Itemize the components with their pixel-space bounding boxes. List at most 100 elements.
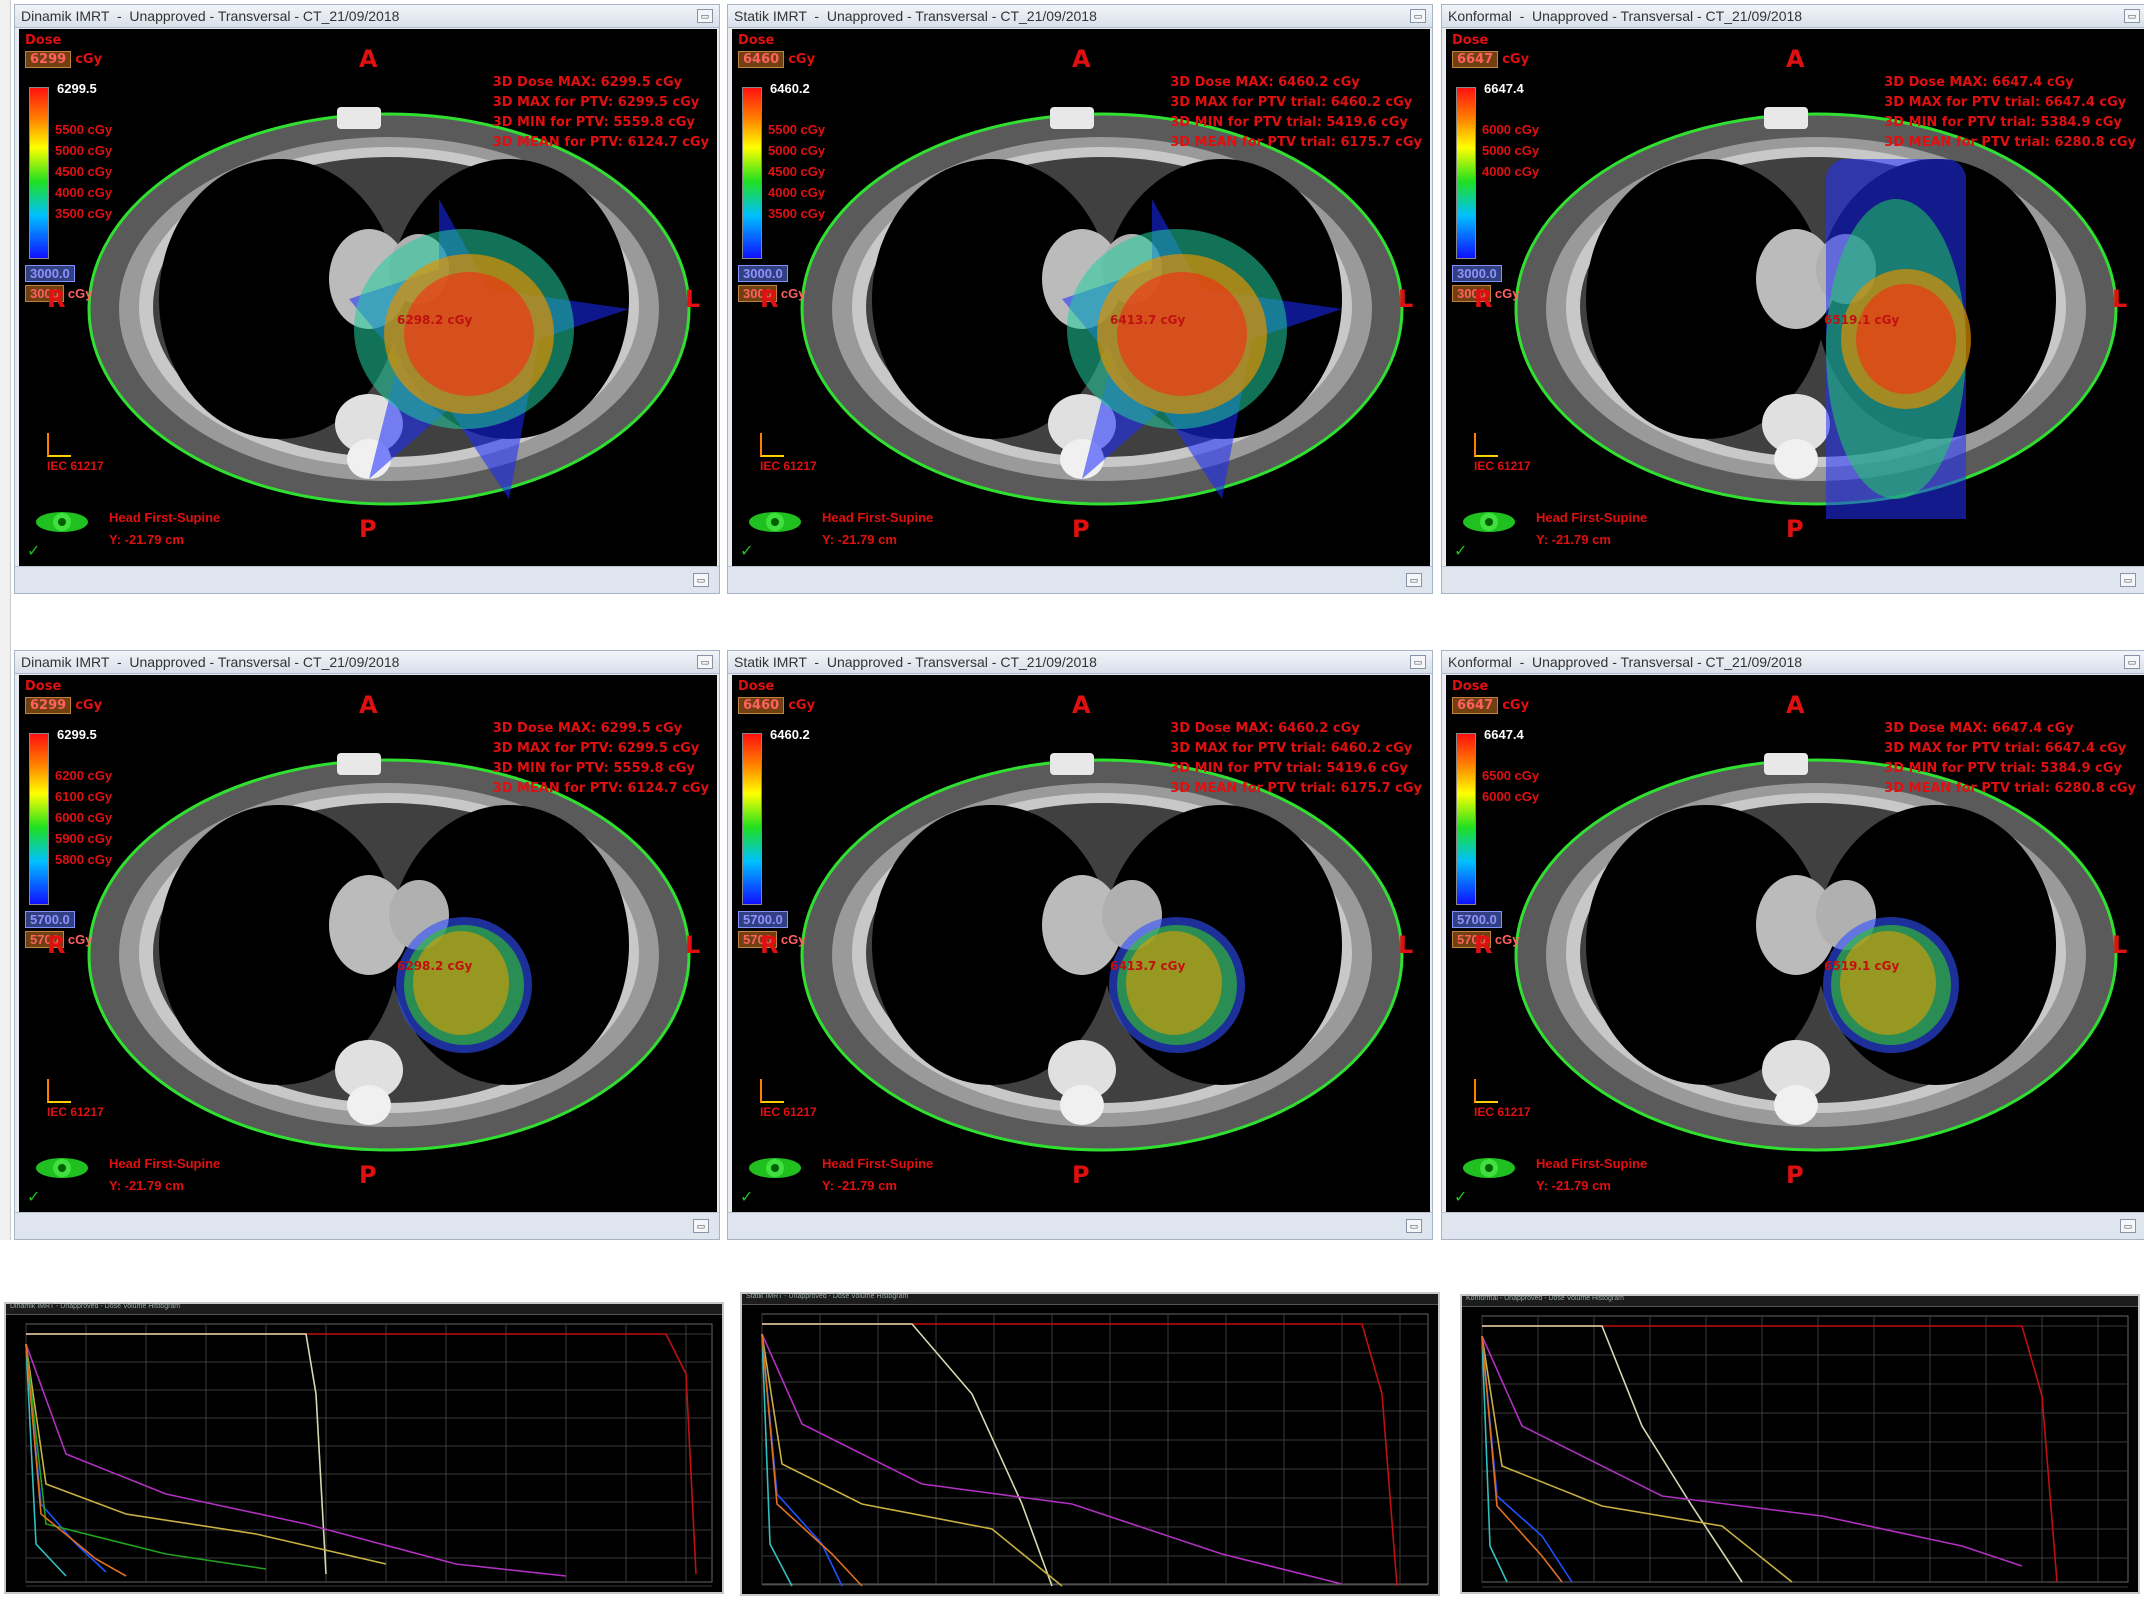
dose-unit: cGy — [1502, 52, 1530, 67]
dose-stat-line: 3D Dose MAX: 6647.4 cGy — [1884, 721, 2074, 736]
dose-statistics: 3D Dose MAX: 6460.2 cGy 3D MAX for PTV tr… — [1170, 33, 1422, 193]
dose-value: 6460 — [738, 51, 785, 68]
window-menu-button[interactable]: ▭ — [1410, 9, 1426, 23]
dose-stat-line: 3D MAX for PTV trial: 6647.4 cGy — [1884, 95, 2127, 110]
dose-value: 6647 — [1452, 697, 1499, 714]
legend-min-field[interactable]: 3000.0 — [25, 265, 75, 282]
panel-titlebar[interactable]: Statik IMRT - Unapproved - Transversal -… — [728, 651, 1432, 674]
ct-viewport[interactable]: Dose 6460 cGy 6460.2 5700.0 5700 cGy 3D Do… — [732, 675, 1430, 1213]
ct-viewport[interactable]: Dose 6647 cGy 6647.4 6500 cGy 6000 cGy 570… — [1446, 675, 2144, 1213]
dose-color-legend — [29, 87, 49, 259]
panel-options-button[interactable]: ▭ — [1406, 573, 1422, 587]
panel-title: Statik IMRT - Unapproved - Transversal -… — [734, 8, 1097, 24]
legend-min: 5700.0 — [25, 911, 75, 928]
legend-min-unit: cGy — [780, 286, 806, 301]
dose-value-field[interactable]: 6647 cGy — [1452, 697, 1529, 714]
dvh-graph[interactable]: Statik IMRT - Unapproved - Dose Volume H… — [740, 1292, 1440, 1596]
orientation-right: R — [760, 931, 779, 959]
dose-statistics: 3D Dose MAX: 6299.5 cGy 3D MAX for PTV: 6… — [493, 33, 709, 193]
dose-point-label: 6298.2 cGy — [397, 313, 473, 327]
patient-position-info: Head First-Supine Y: -21.79 cm — [1536, 1153, 1647, 1197]
panel-options-button[interactable]: ▭ — [2120, 573, 2136, 587]
panel-options-button[interactable]: ▭ — [693, 573, 709, 587]
dose-value-field[interactable]: 6299 cGy — [25, 51, 102, 68]
dose-color-legend — [1456, 733, 1476, 905]
dose-stat-line: 3D MIN for PTV trial: 5419.6 cGy — [1170, 115, 1408, 130]
dose-value-field[interactable]: 6299 cGy — [25, 697, 102, 714]
legend-min-field[interactable]: 3000.0 — [738, 265, 788, 282]
panel-options-button[interactable]: ▭ — [1406, 1219, 1422, 1233]
legend-min-field[interactable]: 5700.0 — [25, 911, 75, 928]
patient-orientation-icon — [749, 1158, 801, 1178]
window-menu-button[interactable]: ▭ — [697, 9, 713, 23]
dose-view-panel[interactable]: Statik IMRT - Unapproved - Transversal -… — [727, 4, 1433, 594]
legend-min-field[interactable]: 5700.0 — [1452, 911, 1502, 928]
dvh-plot — [25, 1323, 713, 1587]
orientation-left: L — [1398, 931, 1414, 959]
legend-min-field[interactable]: 3000.0 — [1452, 265, 1502, 282]
dvh-curve — [1482, 1325, 2058, 1583]
dvh-title: Dinamik IMRT - Unapproved - Dose Volume … — [10, 1303, 181, 1310]
legend-ticks: 6500 cGy 6000 cGy — [1482, 765, 1539, 807]
window-menu-button[interactable]: ▭ — [1410, 655, 1426, 669]
dose-view-panel[interactable]: Konformal - Unapproved - Transversal - C… — [1441, 4, 2144, 594]
patient-position: Head First-Supine — [822, 1156, 934, 1171]
patient-position-info: Head First-Supine Y: -21.79 cm — [822, 1153, 933, 1197]
legend-max: 6647.4 — [1484, 81, 1524, 96]
legend-min-unit: cGy — [67, 932, 93, 947]
ct-viewport[interactable]: Dose 6647 cGy 6647.4 6000 cGy 5000 cGy 4000… — [1446, 29, 2144, 567]
dose-unit: cGy — [788, 52, 816, 67]
legend-max: 6299.5 — [57, 727, 97, 742]
panel-titlebar[interactable]: Konformal - Unapproved - Transversal - C… — [1442, 5, 2144, 28]
panel-titlebar[interactable]: Dinamik IMRT - Unapproved - Transversal … — [15, 5, 719, 28]
dose-label: Dose — [738, 679, 775, 694]
orientation-anterior: A — [359, 691, 378, 719]
panel-options-button[interactable]: ▭ — [693, 1219, 709, 1233]
panel-options-button[interactable]: ▭ — [2120, 1219, 2136, 1233]
orientation-posterior: P — [1786, 515, 1804, 543]
orientation-posterior: P — [1072, 1161, 1090, 1189]
panel-title: Konformal - Unapproved - Transversal - C… — [1448, 8, 1803, 24]
dvh-graph[interactable]: Konformal - Unapproved - Dose Volume His… — [1460, 1294, 2140, 1594]
panel-statusbar: ▭ — [728, 1212, 1432, 1239]
dvh-graph[interactable]: Dinamik IMRT - Unapproved - Dose Volume … — [4, 1302, 724, 1594]
dose-label: Dose — [25, 679, 62, 694]
dose-view-panel[interactable]: Statik IMRT - Unapproved - Transversal -… — [727, 650, 1433, 1240]
dose-stat-line: 3D MIN for PTV: 5559.8 cGy — [492, 115, 695, 130]
ct-viewport[interactable]: Dose 6460 cGy 6460.2 5500 cGy 5000 cGy 4500… — [732, 29, 1430, 567]
ct-viewport[interactable]: Dose 6299 cGy 6299.5 5500 cGy 5000 cGy 4500… — [19, 29, 717, 567]
panel-statusbar: ▭ — [1442, 566, 2144, 593]
window-menu-button[interactable]: ▭ — [697, 655, 713, 669]
legend-tick: 6500 cGy — [1482, 768, 1540, 783]
window-menu-button[interactable]: ▭ — [2124, 9, 2140, 23]
dose-view-panel[interactable]: Konformal - Unapproved - Transversal - C… — [1441, 650, 2144, 1240]
ct-viewport[interactable]: Dose 6299 cGy 6299.5 6200 cGy 6100 cGy 6000… — [19, 675, 717, 1213]
dose-value-field[interactable]: 6460 cGy — [738, 697, 815, 714]
dose-view-panel[interactable]: Dinamik IMRT - Unapproved - Transversal … — [14, 4, 720, 594]
panel-titlebar[interactable]: Dinamik IMRT - Unapproved - Transversal … — [15, 651, 719, 674]
iec-axes-icon — [47, 433, 71, 457]
orientation-anterior: A — [359, 45, 378, 73]
patient-position: Head First-Supine — [822, 510, 934, 525]
legend-min: 3000.0 — [738, 265, 788, 282]
legend-min-field[interactable]: 5700.0 — [738, 911, 788, 928]
dose-value-field[interactable]: 6647 cGy — [1452, 51, 1529, 68]
orientation-left: L — [1398, 285, 1414, 313]
check-icon: ✓ — [740, 1189, 754, 1206]
dose-stat-line: 3D MEAN for PTV trial: 6175.7 cGy — [1170, 135, 1422, 150]
orientation-left: L — [2112, 285, 2128, 313]
patient-position: Head First-Supine — [109, 510, 221, 525]
panel-titlebar[interactable]: Konformal - Unapproved - Transversal - C… — [1442, 651, 2144, 674]
dose-value-field[interactable]: 6460 cGy — [738, 51, 815, 68]
window-menu-button[interactable]: ▭ — [2124, 655, 2140, 669]
panel-titlebar[interactable]: Statik IMRT - Unapproved - Transversal -… — [728, 5, 1432, 28]
check-icon: ✓ — [740, 543, 754, 560]
patient-orientation-icon — [36, 1158, 88, 1178]
orientation-anterior: A — [1786, 45, 1805, 73]
legend-tick: 5900 cGy — [55, 831, 113, 846]
orientation-posterior: P — [359, 1161, 377, 1189]
dose-unit: cGy — [788, 698, 816, 713]
dvh-curve — [761, 1333, 1063, 1587]
slice-position: Y: -21.79 cm — [822, 1178, 897, 1193]
dose-view-panel[interactable]: Dinamik IMRT - Unapproved - Transversal … — [14, 650, 720, 1240]
